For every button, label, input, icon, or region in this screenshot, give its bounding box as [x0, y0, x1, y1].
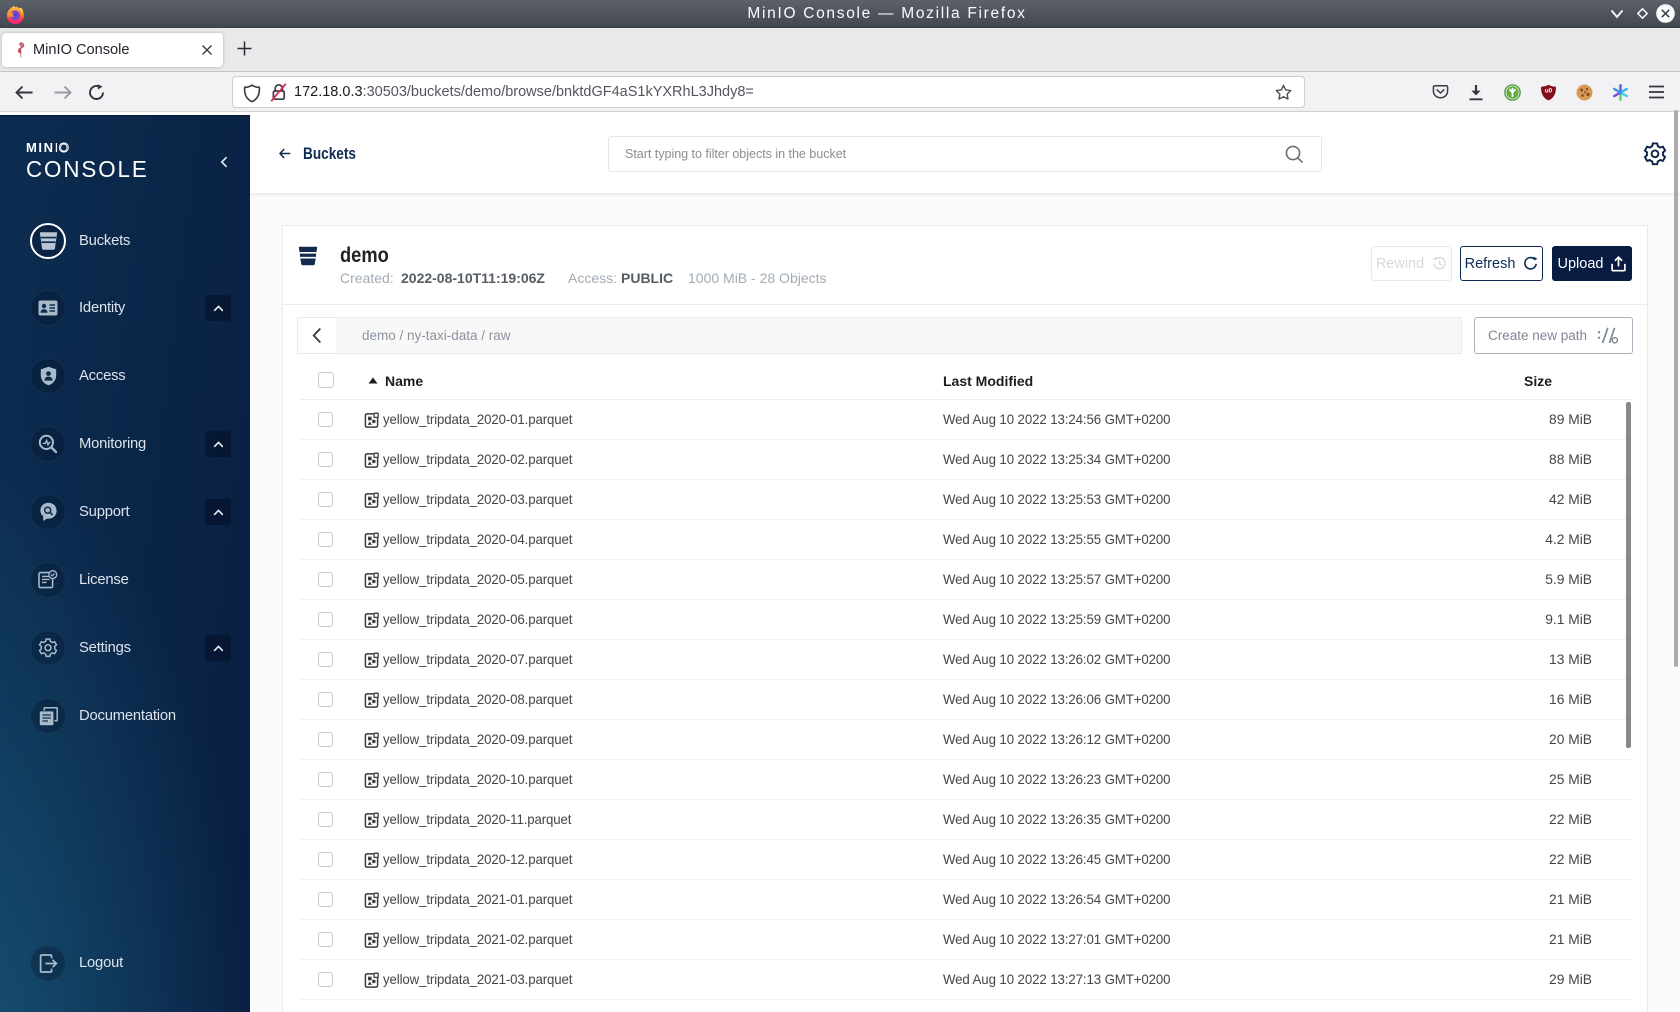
svg-text:u0: u0 [1545, 88, 1553, 95]
